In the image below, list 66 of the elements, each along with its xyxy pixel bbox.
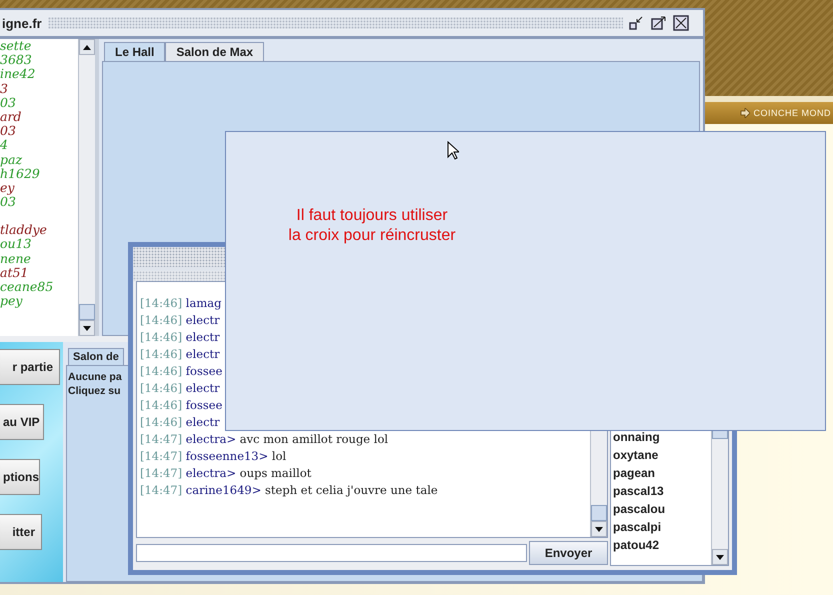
close-icon[interactable] (673, 15, 689, 31)
player-name[interactable]: sette (0, 39, 78, 54)
player-name[interactable]: 3683 (0, 53, 78, 68)
cursor-icon (447, 141, 459, 161)
chat-message: [14:46] electr (139, 329, 221, 346)
message-input[interactable] (136, 544, 527, 562)
player-name[interactable]: h1629 (0, 166, 78, 181)
chat-message: [14:47] electra> avc mon amillot rouge lol (139, 431, 390, 448)
player-name[interactable]: 03 (0, 195, 78, 210)
player-name[interactable]: paz (0, 152, 78, 167)
info-text: Aucune pa (68, 370, 122, 384)
user-name[interactable]: pagean (611, 464, 711, 482)
up-arrow-icon (83, 44, 91, 50)
chat-message: [14:46] electr (139, 380, 221, 397)
user-name[interactable]: oxytane (611, 446, 711, 464)
down-arrow-icon (83, 326, 91, 330)
chat-message: [14:47] fosseenne13> lol (139, 448, 288, 465)
player-name[interactable]: tladdye (0, 223, 78, 238)
info-text: Cliquez su (68, 384, 121, 398)
chat-message: [14:47] carine1649> steph et celia j'ouvre une tale (139, 482, 439, 499)
chat-message: [14:46] electr (139, 346, 221, 363)
scroll-down-button[interactable] (591, 521, 607, 537)
player-name[interactable]: ard (0, 110, 78, 124)
menu-button[interactable]: r partie (0, 349, 60, 385)
player-name[interactable]: nene (0, 252, 78, 266)
menu-button[interactable]: itter (0, 514, 42, 550)
user-name[interactable]: patou42 (611, 536, 711, 554)
menu-button[interactable]: au VIP (0, 404, 44, 440)
player-name[interactable]: 03 (0, 96, 78, 110)
tab[interactable]: Salon de Max (165, 42, 264, 61)
tab[interactable]: Salon de (68, 348, 124, 365)
scroll-thumb[interactable] (591, 505, 607, 521)
scroll-up-button[interactable] (79, 39, 95, 55)
player-name[interactable]: pey (0, 294, 78, 308)
chat-message: [14:46] lamag (139, 295, 222, 312)
player-name[interactable]: 03 (0, 124, 78, 138)
player-name[interactable]: 4 (0, 138, 78, 152)
user-name[interactable]: pascalou (611, 500, 711, 518)
user-name[interactable]: onnaing (611, 428, 711, 446)
notice-text: Il faut toujours utiliser la croix pour réincruster (287, 206, 457, 246)
chat-message: [14:46] fossee (139, 363, 224, 380)
tab[interactable]: Le Hall (104, 42, 166, 61)
window-title: igne.fr (2, 16, 42, 30)
user-name[interactable]: pascalpi (611, 518, 711, 536)
menu-button[interactable]: ptions (0, 459, 40, 495)
chat-message: [14:46] electr (139, 414, 221, 431)
chat-message: [14:46] fossee (139, 397, 224, 414)
maximize-icon[interactable] (651, 16, 667, 30)
player-name[interactable]: ey (0, 180, 78, 196)
down-arrow-icon (595, 526, 603, 532)
player-name[interactable]: 3 (0, 82, 78, 96)
down-arrow-icon (716, 554, 724, 560)
send-button[interactable]: Envoyer (529, 541, 608, 565)
player-name[interactable]: ou13 (0, 237, 78, 252)
restore-icon[interactable] (629, 16, 645, 30)
arrow-icon (740, 108, 750, 118)
player-name[interactable]: at51 (0, 266, 78, 280)
chat-message: [14:47] electra> oups maillot (139, 465, 312, 482)
title-bar-grip[interactable] (48, 17, 623, 29)
scroll-down-button[interactable] (79, 320, 95, 336)
scroll-down-button[interactable] (712, 549, 728, 565)
user-name[interactable]: pascal13 (611, 482, 711, 500)
scroll-thumb[interactable] (79, 304, 95, 320)
chat-message: [14:46] electr (139, 312, 221, 329)
player-name[interactable]: ceane85 (0, 280, 78, 294)
player-name[interactable]: ine42 (0, 67, 78, 82)
